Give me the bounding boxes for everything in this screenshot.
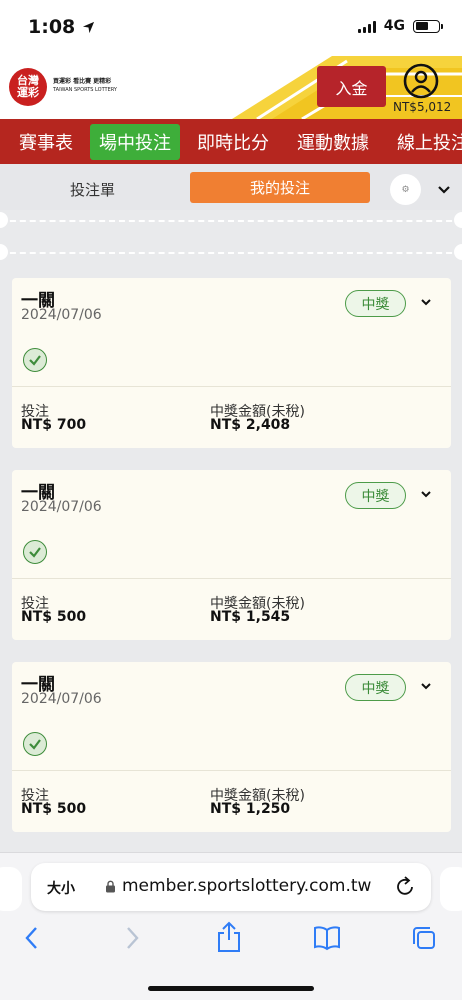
site-header: 台灣 運彩 買運彩 看比賽 更精彩 TAIWAN SPORTS LOTTERY 入… [0,56,462,119]
bet-card[interactable]: 一關 2024/07/06 中獎 投注 NT$ 700 中獎金額(未稅) NT$… [12,278,451,448]
taiwan-sports-lottery-logo[interactable]: 台灣 運彩 [9,68,47,106]
next-tab-edge[interactable] [440,867,462,911]
nav-item-schedule[interactable]: 賽事表 [0,124,82,160]
lock-icon [106,880,115,892]
status-time: 1:08 [28,16,95,38]
logo-texts: 買運彩 看比賽 更精彩 TAIWAN SPORTS LOTTERY [53,78,117,93]
reload-icon[interactable] [395,874,417,898]
url-text: member.sportslottery.com.tw [122,876,372,896]
chevron-down-icon[interactable] [418,294,434,310]
chevron-down-icon[interactable] [418,678,434,694]
card-divider [12,578,451,579]
status-bar: 1:08 4G [0,0,462,56]
stake-value: NT$ 500 [21,609,87,625]
back-icon[interactable] [24,925,40,951]
chevron-down-icon[interactable] [418,486,434,502]
browser-chrome: 大小 member.sportslottery.com.tw [0,852,462,1000]
check-circle-icon [23,540,47,564]
card-divider [12,770,451,771]
tab-my-bets[interactable]: 我的投注 [190,172,370,203]
battery-icon [413,19,443,33]
bet-date: 2024/07/06 [21,307,102,323]
location-arrow-icon [82,21,94,34]
dashed-divider [0,220,462,222]
deposit-button[interactable]: 入金 [317,66,386,107]
status-badge: 中獎 [345,674,406,701]
browser-toolbar [0,919,462,959]
bet-card[interactable]: 一關 2024/07/06 中獎 投注 NT$ 500 中獎金額(未稅) NT$… [12,662,451,832]
ticket-notch [454,212,462,228]
status-badge: 中獎 [345,290,406,317]
nav-item-sports-data[interactable]: 運動數據 [288,124,378,160]
share-icon[interactable] [216,921,242,953]
bet-card[interactable]: 一關 2024/07/06 中獎 投注 NT$ 500 中獎金額(未稅) NT$… [12,470,451,640]
ticket-notch [0,212,8,228]
dashed-divider [0,252,462,254]
payout-value: NT$ 1,545 [210,609,291,625]
bet-date: 2024/07/06 [21,499,102,515]
check-circle-icon [23,348,47,372]
tabs-icon[interactable] [411,925,437,951]
status-badge: 中獎 [345,482,406,509]
settings-gear-icon[interactable]: ⚙ [390,174,421,205]
network-type: 4G [383,18,405,34]
nav-item-live-betting[interactable]: 場中投注 [90,123,180,160]
bookmarks-icon[interactable] [313,925,341,951]
forward-icon[interactable] [124,925,140,951]
user-account-icon[interactable] [402,62,440,100]
chevron-down-icon[interactable] [436,181,452,197]
account-balance: NT$5,012 [393,100,452,114]
main-nav: 賽事表 場中投注 即時比分 運動數據 線上投注 [0,119,462,164]
home-indicator [148,986,314,991]
previous-tab-edge[interactable] [0,867,22,911]
nav-item-live-scores[interactable]: 即時比分 [188,124,278,160]
bet-date: 2024/07/06 [21,691,102,707]
check-circle-icon [23,732,47,756]
cellular-signal-icon [357,20,376,33]
payout-value: NT$ 2,408 [210,417,291,433]
nav-item-online-betting[interactable]: 線上投注 [388,124,462,160]
ticket-notch [0,244,8,260]
text-size-button[interactable]: 大小 [47,878,75,898]
address-bar[interactable]: 大小 member.sportslottery.com.tw [31,863,431,911]
card-divider [12,386,451,387]
payout-value: NT$ 1,250 [210,801,291,817]
ticket-notch [454,244,462,260]
stake-value: NT$ 700 [21,417,87,433]
stake-value: NT$ 500 [21,801,87,817]
url-display[interactable]: member.sportslottery.com.tw [105,876,371,896]
tab-bet-slip[interactable]: 投注單 [70,179,115,200]
